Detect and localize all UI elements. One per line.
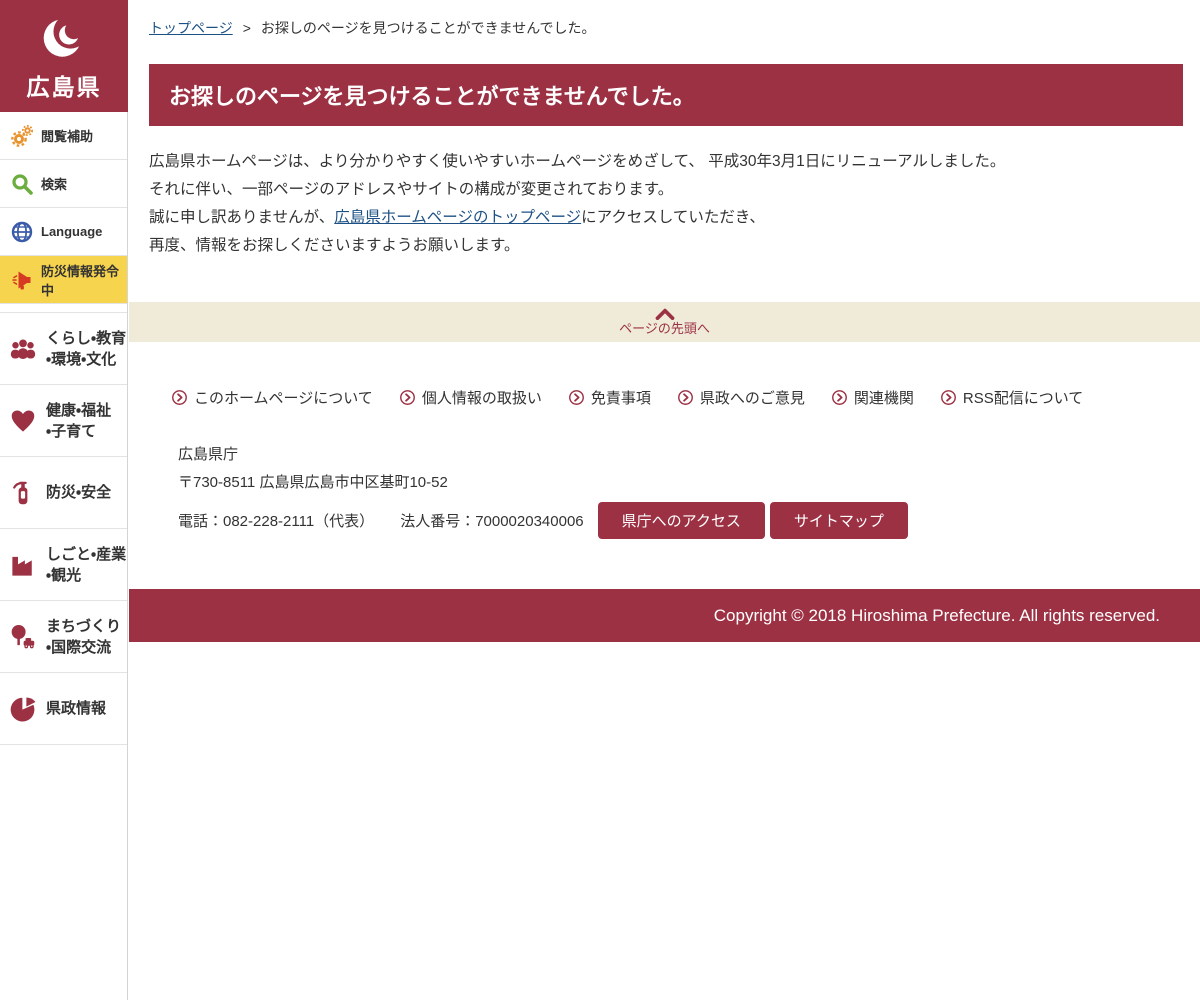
sidebar-item-prefectural-info[interactable]: 県政情報 (0, 673, 127, 745)
pie-chart-icon (10, 697, 36, 721)
notice-line-3-pre: 誠に申し訳ありませんが、 (149, 209, 335, 226)
globe-icon (11, 221, 33, 242)
footer-link-related-orgs[interactable]: 関連機関 (831, 387, 914, 408)
sidebar-item-search[interactable]: 検索 (0, 160, 127, 208)
category-nav: くらし・教育 ・環境・文化 健康・福祉 ・子育て 防災・安全 しごと・産業 ・観… (0, 312, 127, 745)
sidebar-item-disaster-safety[interactable]: 防災・安全 (0, 457, 127, 529)
notice-line-3-post: にアクセスしていただき、 (581, 209, 765, 226)
gears-icon (11, 124, 33, 147)
page-title: お探しのページを見つけることができませんでした。 (169, 84, 695, 109)
footer-link-disclaimer[interactable]: 免責事項 (568, 387, 651, 408)
footer-link-rss[interactable]: RSS配信について (940, 387, 1083, 408)
sidebar-item-accessibility[interactable]: 閲覧補助 (0, 112, 127, 160)
people-icon (10, 339, 36, 359)
hiroshima-emblem-icon (43, 14, 88, 57)
sidebar: 広島県 閲覧補助 検索 Language 防災情報発令中 くらし・教育 ・環境・… (0, 0, 128, 1000)
sidebar-item-label: まちづくり ・国際交流 (46, 617, 122, 656)
page-title-banner: お探しのページを見つけることができませんでした。 (149, 64, 1183, 126)
tree-icon (11, 624, 35, 648)
logo-text: 広島県 (26, 74, 102, 100)
sidebar-item-community-international[interactable]: まちづくり ・国際交流 (0, 601, 127, 673)
back-to-top-label: ページの先頭へ (619, 320, 710, 336)
megaphone-icon (12, 271, 31, 289)
sidebar-item-label: 県政情報 (46, 700, 107, 717)
main-content: トップページ > お探しのページを見つけることができませんでした。 お探しのペー… (129, 0, 1200, 642)
site-logo[interactable]: 広島県 (0, 0, 128, 112)
office-address: 〒730-8511 広島県広島市中区基町10-52 (178, 474, 448, 491)
factory-icon (12, 556, 32, 576)
breadcrumb-current: お探しのページを見つけることができませんでした。 (260, 20, 596, 36)
sidebar-item-label: Language (41, 224, 103, 239)
footer-link-about[interactable]: このホームページについて (171, 387, 373, 408)
sidebar-item-living-education[interactable]: くらし・教育 ・環境・文化 (0, 313, 127, 385)
access-button[interactable]: 県庁へのアクセス (597, 502, 765, 539)
office-address-block: 広島県庁 〒730-8511 広島県広島市中区基町10-52 電話：082-22… (129, 443, 1200, 539)
circle-arrow-icon (568, 390, 584, 405)
circle-arrow-icon (831, 390, 847, 405)
footer-link-opinions[interactable]: 県政へのご意見 (677, 387, 805, 408)
sidebar-item-label: 検索 (41, 177, 68, 192)
circle-arrow-icon (677, 390, 693, 405)
utility-nav: 閲覧補助 検索 防災情報発令中 Language (0, 112, 127, 304)
notice-paragraph: 広島県ホームページは、より分かりやすく使いやすいホームページをめざして、 平成3… (149, 148, 1183, 260)
notice-line-2: それに伴い、一部ページのアドレスやサイトの構成が変更されております。 (149, 181, 674, 198)
sidebar-item-label: 防災・安全 (46, 484, 112, 501)
footer-link-label: 県政へのご意見 (699, 390, 805, 407)
footer-link-privacy[interactable]: 個人情報の取扱い (399, 387, 542, 408)
notice-line-4: 再度、情報をお探しくださいますようお願いします。 (149, 237, 520, 254)
corporate-number: 法人番号：7000020340006 (400, 513, 584, 530)
sidebar-item-disaster-alert[interactable]: 防災情報発令中 (0, 256, 127, 304)
office-name: 広島県庁 (178, 446, 239, 463)
heart-icon (11, 410, 35, 432)
sidebar-item-label: くらし・教育 ・環境・文化 (46, 329, 127, 368)
footer-link-label: 個人情報の取扱い (421, 390, 542, 407)
sidebar-item-label: しごと・産業 ・観光 (46, 545, 127, 584)
copyright-text: Copyright © 2018 Hiroshima Prefecture. A… (713, 605, 1160, 625)
circle-arrow-icon (172, 390, 187, 405)
sitemap-button[interactable]: サイトマップ (769, 502, 908, 539)
search-icon (12, 173, 33, 195)
notice-line-1: 広島県ホームページは、より分かりやすく使いやすいホームページをめざして、 平成3… (149, 153, 1006, 170)
notice-line-3: 誠に申し訳ありませんが、広島県ホームページのトップページにアクセスしていただき、 (149, 204, 1183, 232)
fire-extinguisher-icon (13, 481, 28, 504)
circle-arrow-icon (399, 390, 415, 405)
breadcrumb: トップページ > お探しのページを見つけることができませんでした。 (149, 0, 1183, 38)
sidebar-item-work-industry[interactable]: しごと・産業 ・観光 (0, 529, 127, 601)
copyright-bar: Copyright © 2018 Hiroshima Prefecture. A… (129, 589, 1200, 642)
breadcrumb-separator: > (242, 20, 251, 36)
footer-link-label: 免責事項 (590, 390, 651, 407)
sidebar-item-language[interactable]: 防災情報発令中 Language (0, 208, 127, 256)
back-to-top-link[interactable]: ページの先頭へ (129, 302, 1200, 342)
footer-links: このホームページについて 個人情報の取扱い 免責事項 県政へのご意見 関連機関 … (129, 387, 1200, 408)
sidebar-item-label: 健康・福祉 ・子育て (46, 401, 112, 440)
breadcrumb-home-link[interactable]: トップページ (149, 18, 233, 38)
top-page-link[interactable]: 広島県ホームページのトップページ (334, 209, 581, 226)
circle-arrow-icon (940, 390, 956, 405)
footer-link-label: このホームページについて (194, 390, 373, 407)
footer-link-label: 関連機関 (853, 390, 914, 407)
office-phone: 電話：082-228-2111（代表） (178, 513, 375, 530)
sidebar-item-label: 防災情報発令中 (41, 263, 120, 298)
footer-link-label: RSS配信について (962, 390, 1084, 407)
sidebar-item-health-welfare[interactable]: 健康・福祉 ・子育て (0, 385, 127, 457)
sidebar-item-label: 閲覧補助 (41, 129, 94, 144)
phone-row: 電話：082-228-2111（代表） 法人番号：7000020340006 県… (178, 502, 1200, 539)
